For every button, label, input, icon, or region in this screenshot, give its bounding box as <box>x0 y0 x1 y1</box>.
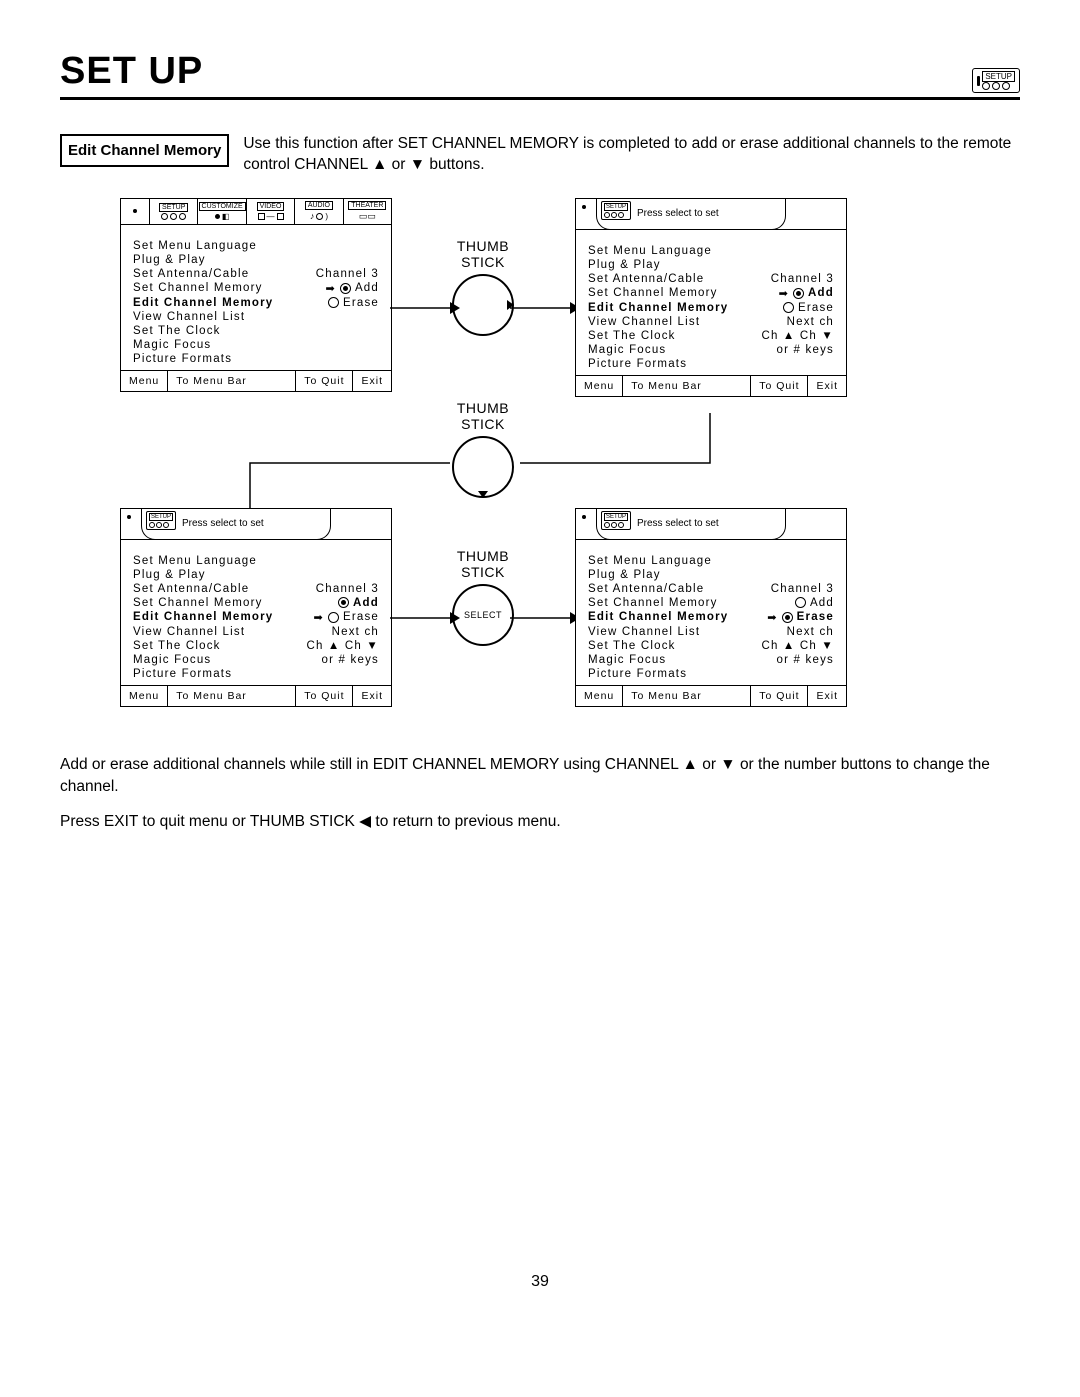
osd-panel-4: SETUP Press select to set Set Menu Langu… <box>575 508 847 707</box>
page-title: SET UP <box>60 50 203 93</box>
setup-category-icon: SETUP <box>972 68 1020 93</box>
osd-panel-1: SETUP CUSTOMIZE◧ VIDEO— AUDIO♪) THEATER▭… <box>120 198 392 392</box>
flow-diagram: SETUP CUSTOMIZE◧ VIDEO— AUDIO♪) THEATER▭… <box>60 188 1020 748</box>
thumb-stick-2: THUMB STICK <box>452 400 514 498</box>
page-number: 39 <box>60 1273 1020 1291</box>
thumb-stick-1: THUMB STICK <box>452 238 514 336</box>
section-label-box: Edit Channel Memory <box>60 134 229 167</box>
osd-panel-2: SETUP Press select to set Set Menu Langu… <box>575 198 847 397</box>
osd-panel-3: SETUP Press select to set Set Menu Langu… <box>120 508 392 707</box>
section-intro-text: Use this function after SET CHANNEL MEMO… <box>243 134 1020 176</box>
thumb-stick-3: THUMB STICK SELECT <box>452 548 514 646</box>
footer-paragraph-2: Press EXIT to quit menu or THUMB STICK ◀… <box>60 811 1020 833</box>
footer-paragraph-1: Add or erase additional channels while s… <box>60 754 1020 797</box>
